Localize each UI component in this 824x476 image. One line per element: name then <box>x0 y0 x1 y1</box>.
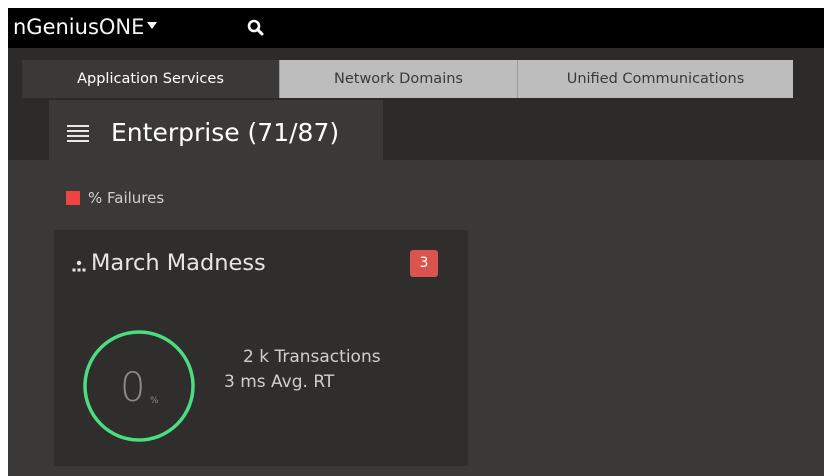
legend-label: % Failures <box>88 189 165 207</box>
gauge-value: 0 <box>120 365 146 411</box>
caret-down-icon <box>147 22 158 29</box>
tab-application-services[interactable]: Application Services <box>22 60 279 98</box>
avg-rt-stat: 3 ms Avg. RT <box>224 372 335 392</box>
legend: % Failures <box>66 188 164 208</box>
enterprise-selector[interactable]: Enterprise (71/87) <box>49 100 383 166</box>
tab-label: Network Domains <box>334 71 463 87</box>
alert-count-badge[interactable]: 3 <box>410 250 438 277</box>
page-title: Enterprise (71/87) <box>111 118 340 147</box>
service-group-icon <box>72 260 86 272</box>
hamburger-menu-icon[interactable] <box>67 125 89 143</box>
tab-network-domains[interactable]: Network Domains <box>279 60 517 98</box>
tab-label: Application Services <box>77 71 224 87</box>
gauge-unit: % <box>150 396 159 406</box>
tab-bar: Application Services Network Domains Uni… <box>8 48 824 100</box>
tab-label: Unified Communications <box>566 71 745 87</box>
top-bar: nGeniusONE <box>8 8 824 48</box>
search-button[interactable] <box>246 18 266 38</box>
card-title: March Madness <box>91 250 266 276</box>
app-frame: nGeniusONE Application Services Network … <box>8 8 824 476</box>
brand-suffix: ONE <box>98 15 145 39</box>
legend-swatch <box>66 191 80 205</box>
brand-menu[interactable]: nGeniusONE <box>13 14 158 40</box>
brand-name: nGenius <box>13 15 99 39</box>
transactions-stat: 2 k Transactions <box>243 347 381 367</box>
tab-unified-communications[interactable]: Unified Communications <box>517 60 793 98</box>
service-card[interactable]: March Madness 3 0 % 2 k Transactions 3 m… <box>54 230 468 466</box>
search-icon <box>247 19 264 36</box>
